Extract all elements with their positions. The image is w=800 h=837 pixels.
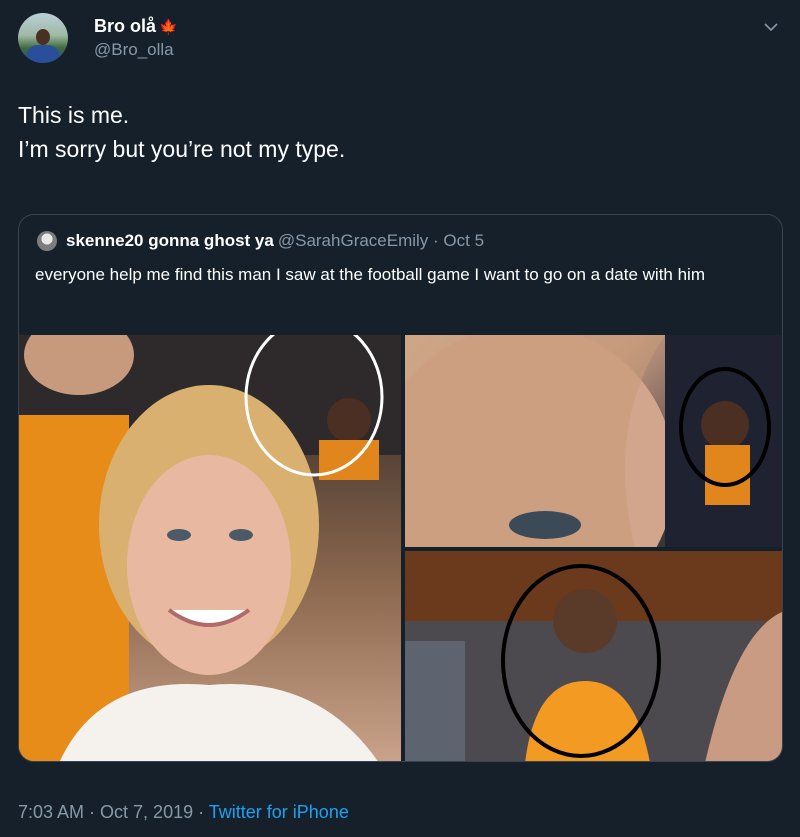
quoted-tweet[interactable]: skenne20 gonna ghost ya @SarahGraceEmily … — [18, 214, 783, 762]
quoted-tweet-text: everyone help me find this man I saw at … — [35, 265, 705, 284]
tweet-line: I’m sorry but you’re not my type. — [18, 136, 346, 162]
maple-leaf-icon: 🍁 — [159, 19, 178, 36]
source-link[interactable]: Twitter for iPhone — [209, 802, 349, 822]
quoted-handle-date: @SarahGraceEmily · Oct 5 — [277, 231, 485, 250]
photo-selfie-with-circled-man[interactable] — [19, 335, 401, 761]
avatar-shirt — [26, 45, 60, 63]
chevron-down-icon[interactable] — [762, 18, 780, 36]
author-display-name[interactable]: Bro olå 🍁 — [94, 16, 178, 37]
quoted-author-name[interactable]: skenne20 gonna ghost ya — [66, 231, 274, 250]
author-avatar[interactable] — [18, 13, 68, 63]
photo-man-in-orange-shirt-circled[interactable] — [405, 551, 782, 761]
author-name-text: Bro olå — [94, 16, 157, 36]
quoted-tweet-header: skenne20 gonna ghost ya @SarahGraceEmily … — [66, 231, 484, 251]
author-handle[interactable]: @Bro_olla — [94, 40, 174, 60]
quoted-photo-grid — [19, 335, 782, 761]
tweet-text: This is me. I’m sorry but you’re not my … — [18, 98, 778, 166]
quoted-author-avatar[interactable] — [37, 231, 57, 251]
avatar-head — [36, 29, 50, 45]
photo-closeup-with-circled-man[interactable] — [405, 335, 782, 547]
tweet-line: This is me. — [18, 102, 130, 128]
tweet-timestamp: 7:03 AM · Oct 7, 2019 · Twitter for iPho… — [18, 802, 349, 823]
time-date-text[interactable]: 7:03 AM · Oct 7, 2019 · — [18, 802, 209, 822]
